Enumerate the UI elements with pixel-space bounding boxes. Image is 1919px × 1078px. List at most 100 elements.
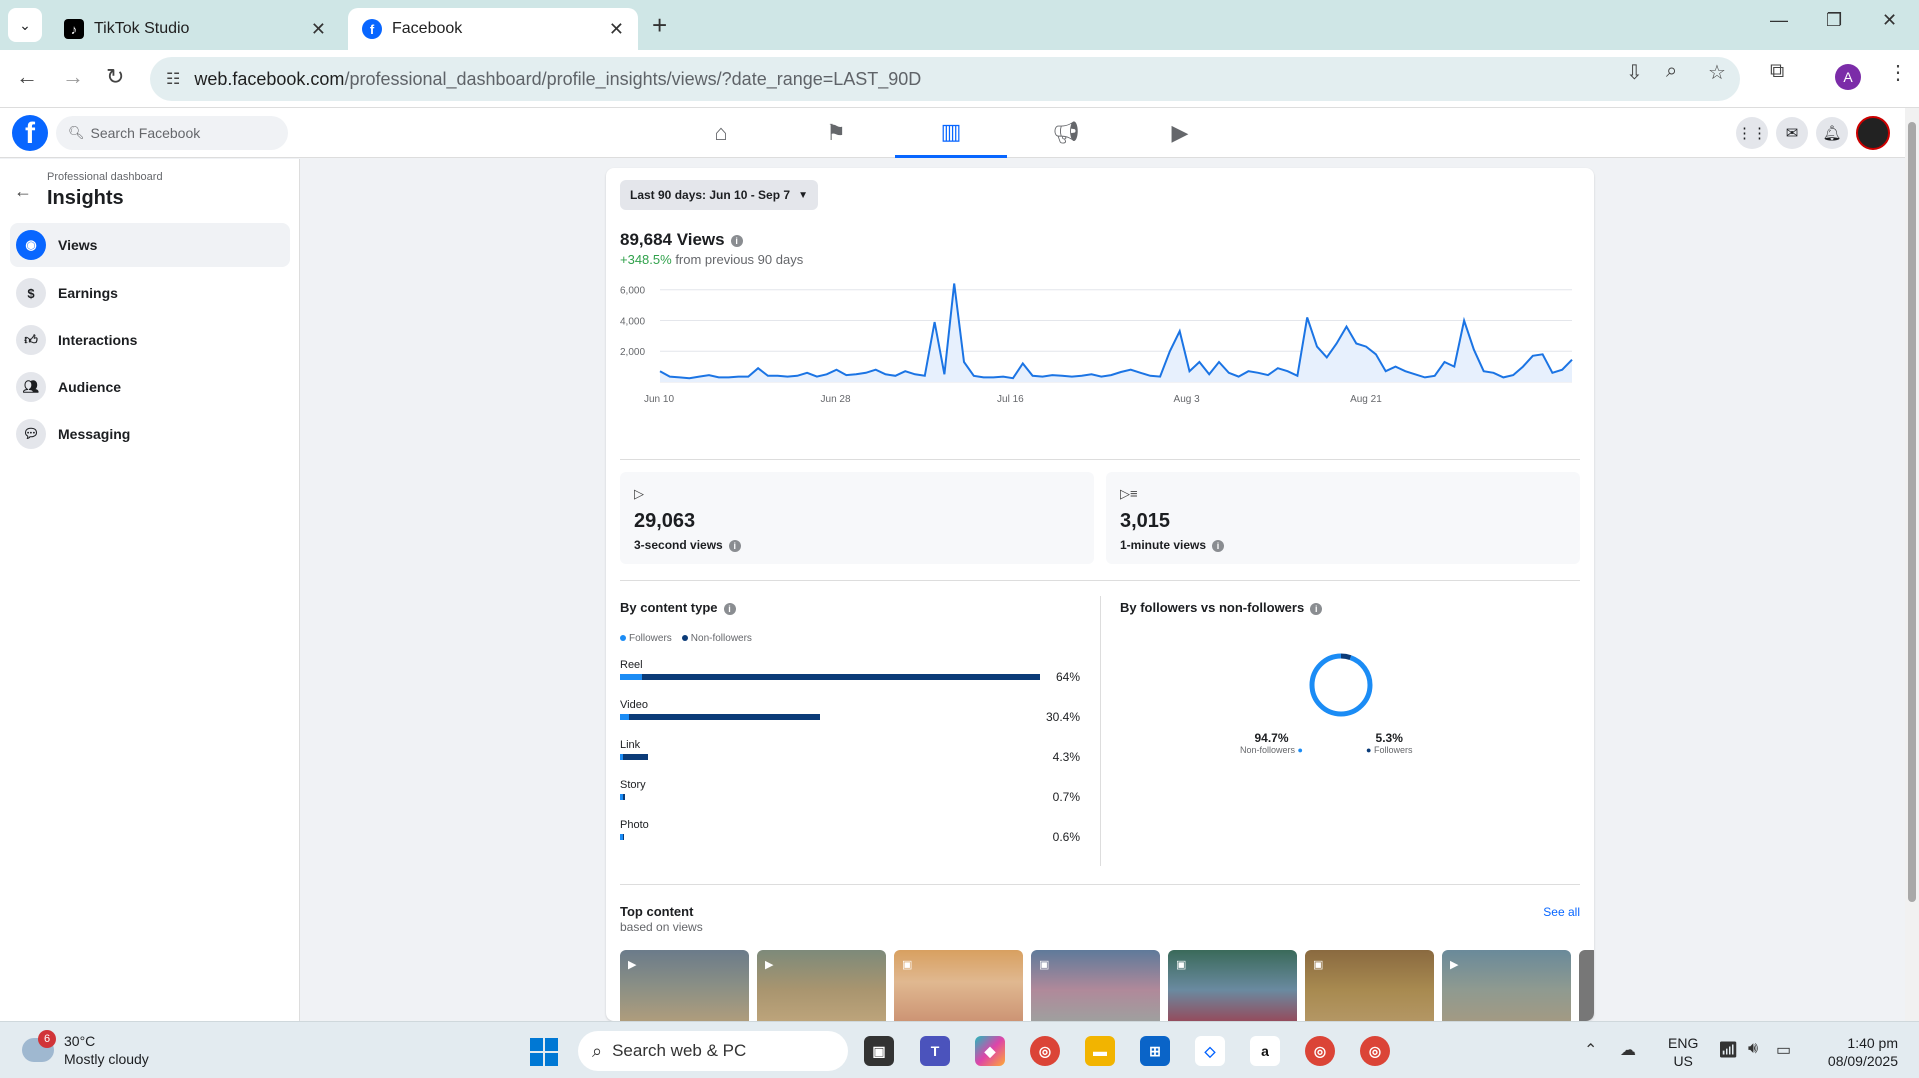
tab-search-dropdown[interactable]: ⌄: [8, 8, 42, 42]
avatar[interactable]: [1856, 116, 1890, 150]
content-type-pct: 0.7%: [1052, 790, 1080, 804]
bar-followers: [620, 834, 623, 840]
close-window-icon[interactable]: ✕: [1882, 10, 1897, 31]
onedrive-icon[interactable]: ☁: [1620, 1040, 1636, 1060]
tab-tiktok-studio[interactable]: ♪ TikTok Studio ✕: [50, 8, 340, 50]
lang-bottom: US: [1673, 1053, 1693, 1069]
insights-icon[interactable]: ▥: [895, 108, 1007, 158]
info-icon[interactable]: i: [1310, 602, 1323, 615]
top-content-thumbnail[interactable]: ▣: [894, 950, 1023, 1021]
info-icon[interactable]: i: [730, 234, 743, 247]
see-all-link[interactable]: See all: [1543, 905, 1580, 919]
video-icon[interactable]: ▶: [1124, 108, 1236, 158]
content-type-pct: 64%: [1055, 670, 1080, 684]
close-tab-icon[interactable]: ✕: [311, 19, 326, 40]
top-content-thumbnail[interactable]: ▣: [1305, 950, 1434, 1021]
sidebar-item-audience[interactable]: 👥︎ Audience: [10, 365, 290, 409]
legend-non-followers: Non-followers: [681, 633, 752, 644]
sidebar-item-messaging[interactable]: 💬︎ Messaging: [10, 412, 290, 456]
top-content-thumbnail[interactable]: ▶: [1442, 950, 1571, 1021]
date-range-dropdown[interactable]: Last 90 days: Jun 10 - Sep 7 ▼: [620, 180, 818, 210]
install-app-icon[interactable]: ⇩: [1626, 60, 1643, 85]
tiktok-icon: ♪: [64, 19, 84, 39]
task-view-icon[interactable]: ▣: [864, 1036, 894, 1066]
sidebar-item-interactions[interactable]: 👍︎ Interactions: [10, 318, 290, 362]
followers-donut-chart: [1309, 653, 1373, 717]
battery-icon[interactable]: ▭: [1776, 1040, 1791, 1060]
reel-icon: ▣: [1313, 959, 1324, 971]
minimize-icon[interactable]: —: [1770, 10, 1788, 31]
restore-icon[interactable]: ❐: [1826, 10, 1842, 31]
wifi-icon[interactable]: 📶︎: [1718, 1040, 1738, 1060]
top-content-thumbnail[interactable]: ▣: [1168, 950, 1297, 1021]
chrome-profile-icon[interactable]: ◎: [1305, 1036, 1335, 1066]
content-type-pct: 4.3%: [1052, 750, 1080, 764]
site-settings-icon[interactable]: ☷: [166, 69, 180, 89]
info-icon[interactable]: i: [723, 602, 736, 615]
reload-icon[interactable]: ↻: [106, 64, 124, 90]
bookmark-star-icon[interactable]: ☆: [1708, 60, 1726, 85]
info-icon[interactable]: i: [1212, 539, 1225, 552]
top-content-thumbnail[interactable]: ▶: [757, 950, 886, 1021]
content-type-row: Link 4.3%: [620, 739, 1080, 775]
facebook-search-input[interactable]: 🔍︎ Search Facebook: [56, 116, 288, 150]
file-explorer-icon[interactable]: ▬: [1085, 1036, 1115, 1066]
dropbox-icon[interactable]: ◇: [1195, 1036, 1225, 1066]
apps-grid-icon[interactable]: ⋮⋮: [1736, 117, 1768, 149]
chrome-active-icon[interactable]: ◎: [1360, 1036, 1390, 1066]
page-scrollbar[interactable]: [1905, 108, 1919, 1021]
top-content-thumbnail[interactable]: ▣: [1031, 950, 1160, 1021]
content-type-bar: [620, 714, 1040, 720]
breadcrumb[interactable]: Professional dashboard: [47, 171, 163, 183]
address-bar[interactable]: ☷ web.facebook.com/professional_dashboar…: [150, 57, 1740, 101]
sidebar-item-label: Earnings: [58, 285, 118, 301]
sidebar-item-earnings[interactable]: $ Earnings: [10, 271, 290, 315]
language-indicator[interactable]: ENG US: [1668, 1034, 1698, 1070]
scrollbar-thumb[interactable]: [1908, 122, 1916, 902]
info-icon[interactable]: i: [728, 539, 741, 552]
legend-dot: ●: [1297, 745, 1303, 755]
bar-followers: [620, 754, 623, 760]
flag-icon[interactable]: ⚑: [780, 108, 892, 158]
weather-widget[interactable]: 6 30°C Mostly cloudy: [22, 1030, 149, 1068]
back-icon[interactable]: ←: [16, 64, 38, 90]
microsoft-store-icon[interactable]: ⊞: [1140, 1036, 1170, 1066]
content-type-row: Video 30.4%: [620, 699, 1080, 735]
top-content-thumbnail[interactable]: ▶: [620, 950, 749, 1021]
close-tab-icon[interactable]: ✕: [609, 19, 624, 40]
facebook-logo[interactable]: f: [12, 115, 48, 151]
forward-icon[interactable]: →: [62, 64, 84, 90]
sidebar-item-views[interactable]: ◉ Views: [10, 223, 290, 267]
bar-followers: [620, 794, 624, 800]
megaphone-icon[interactable]: 📢︎: [1010, 108, 1122, 158]
windows-start-icon[interactable]: [530, 1038, 558, 1066]
content-type-label: Reel: [620, 659, 643, 671]
content-type-legend: Followers Non-followers: [620, 633, 752, 644]
tab-facebook[interactable]: f Facebook ✕: [348, 8, 638, 50]
weather-desc: Mostly cloudy: [64, 1051, 149, 1067]
weather-temp: 30°C: [64, 1033, 96, 1049]
messenger-icon[interactable]: ✉: [1776, 117, 1808, 149]
show-hidden-icons[interactable]: ⌃: [1584, 1040, 1597, 1060]
menu-kebab-icon[interactable]: ⋮: [1888, 60, 1908, 85]
top-content-thumbnail[interactable]: [1579, 950, 1594, 1021]
volume-icon[interactable]: 🔊︎: [1748, 1040, 1758, 1058]
search-icon: ⌕: [592, 1040, 603, 1061]
back-arrow-icon[interactable]: ←: [14, 181, 32, 202]
browser-profile-avatar[interactable]: A: [1835, 64, 1861, 90]
new-tab-button[interactable]: +: [652, 10, 667, 41]
clock[interactable]: 1:40 pm 08/09/2025: [1818, 1034, 1898, 1070]
extensions-icon[interactable]: ⧉: [1770, 60, 1784, 83]
legend-dot: [681, 635, 688, 641]
legend-label: Followers: [629, 633, 672, 644]
home-icon[interactable]: ⌂: [665, 108, 777, 158]
notifications-bell-icon[interactable]: 🔔︎: [1816, 117, 1848, 149]
amazon-icon[interactable]: a: [1250, 1036, 1280, 1066]
y-tick-label: 6,000: [620, 286, 645, 297]
teams-icon[interactable]: T: [920, 1036, 950, 1066]
copilot-icon[interactable]: ◆: [975, 1036, 1005, 1066]
zoom-icon[interactable]: ⌕: [1666, 60, 1677, 83]
url-path: /professional_dashboard/profile_insights…: [344, 68, 922, 89]
taskbar-search[interactable]: ⌕ Search web & PC: [578, 1031, 848, 1071]
chrome-icon[interactable]: ◎: [1030, 1036, 1060, 1066]
